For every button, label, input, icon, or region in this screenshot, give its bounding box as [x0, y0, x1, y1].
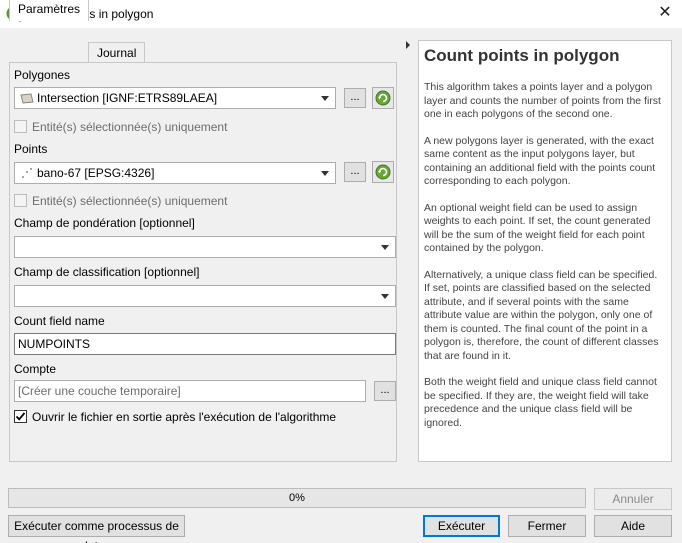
help-button[interactable]: Aide — [594, 515, 672, 537]
iterate-icon[interactable] — [372, 161, 394, 183]
points-selected-only-checkbox[interactable] — [14, 194, 27, 207]
weight-field-select[interactable] — [14, 236, 396, 258]
help-panel: Count points in polygon This algorithm t… — [418, 40, 672, 462]
chevron-down-icon[interactable] — [381, 245, 389, 250]
run-button[interactable]: Exécuter — [423, 515, 500, 537]
points-layer-select[interactable]: bano-67 [EPSG:4326] — [14, 162, 336, 184]
tab-parametres[interactable]: Paramètres — [9, 0, 90, 21]
chevron-down-icon[interactable] — [381, 294, 389, 299]
tab-label: Journal — [97, 46, 137, 60]
tab-label: Paramètres — [18, 2, 81, 16]
polygons-selected-only-label: Entité(s) sélectionnée(s) uniquement — [32, 120, 228, 134]
weight-field-label: Champ de pondération [optionnel] — [14, 216, 195, 230]
cancel-button[interactable]: Annuler — [594, 488, 672, 510]
collapse-panel-icon[interactable] — [404, 40, 412, 50]
polygons-layer-value: Intersection [IGNF:ETRS89LAEA] — [37, 91, 218, 105]
progress-text: 0% — [289, 492, 305, 504]
points-selected-only-label: Entité(s) sélectionnée(s) uniquement — [32, 194, 228, 208]
batch-process-button[interactable]: Exécuter comme processus de lot... — [8, 515, 185, 543]
class-field-select[interactable] — [14, 285, 396, 307]
points-layer-value: bano-67 [EPSG:4326] — [37, 166, 155, 180]
open-output-label: Ouvrir le fichier en sortie après l'exéc… — [32, 410, 337, 424]
points-browse-button[interactable]: ... — [344, 162, 366, 182]
help-paragraph: A new polygons layer is generated, with … — [424, 134, 656, 188]
polygons-layer-select[interactable]: Intersection [IGNF:ETRS89LAEA] — [14, 87, 336, 109]
output-label: Compte — [14, 362, 57, 376]
polygons-browse-button[interactable]: ... — [344, 88, 366, 108]
polygons-selected-only-checkbox[interactable] — [14, 120, 27, 133]
tab-journal[interactable]: Journal — [88, 42, 146, 63]
open-output-checkbox[interactable] — [14, 410, 27, 423]
help-paragraph: This algorithm takes a points layer and … — [424, 81, 661, 120]
class-field-label: Champ de classification [optionnel] — [14, 265, 200, 279]
checkmark-icon — [15, 412, 26, 421]
progress-bar: 0% — [8, 488, 586, 508]
output-file-input[interactable]: [Créer une couche temporaire] — [14, 380, 366, 402]
iterate-icon[interactable] — [372, 87, 394, 109]
point-layer-icon — [22, 168, 32, 178]
help-paragraph: Alternatively, a unique class field can … — [424, 268, 659, 362]
output-browse-button[interactable]: ... — [374, 381, 396, 401]
help-paragraph: Both the weight field and unique class f… — [424, 376, 657, 429]
close-icon[interactable]: ✕ — [648, 0, 682, 28]
polygons-label: Polygones — [14, 68, 71, 82]
points-label: Points — [14, 142, 48, 156]
chevron-down-icon[interactable] — [321, 96, 329, 101]
count-field-input[interactable]: NUMPOINTS — [14, 333, 396, 355]
close-button[interactable]: Fermer — [508, 515, 586, 537]
help-title: Count points in polygon — [424, 46, 620, 65]
count-field-label: Count field name — [14, 314, 105, 328]
help-paragraph: An optional weight field can be used to … — [424, 201, 651, 255]
polygon-layer-icon — [20, 93, 34, 104]
title-bar: Count points in polygon ✕ — [0, 0, 682, 28]
chevron-down-icon[interactable] — [321, 171, 329, 176]
